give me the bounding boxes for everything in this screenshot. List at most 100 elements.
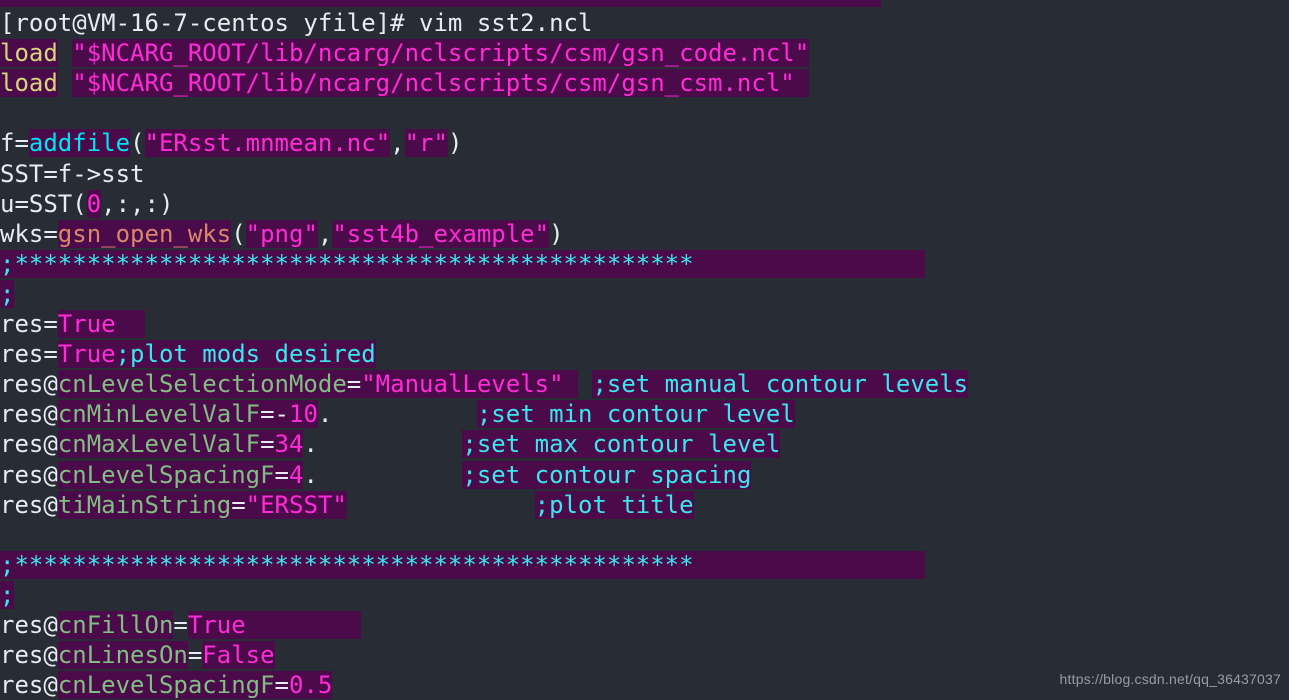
attr-prefix-2: res@ — [0, 400, 58, 429]
load-keyword-2: load — [0, 69, 58, 98]
code-line-cnminlevelvalf: res@cnMinLevelValF=-10. ;set min contour… — [0, 399, 1289, 429]
attr-value-cnlineson: False — [202, 641, 275, 670]
attr-eq-3: = — [260, 430, 275, 459]
attr-eq-6: = — [173, 610, 188, 639]
res-true-assign: res= — [0, 310, 58, 339]
code-line-cnmaxlevelvalf: res@cnMaxLevelValF=34. ;set max contour … — [0, 429, 1289, 459]
separator-2-wrap-semicolon: ; — [0, 580, 15, 609]
code-line-res-true-commented: res=True;plot mods desired — [0, 339, 1289, 369]
attr-name-cnlevelselectionmode: cnLevelSelectionMode — [57, 370, 347, 399]
shell-prompt-row: [root@VM-16-7-centos yfile]# vim sst2.nc… — [0, 8, 1289, 38]
attr-dot-2: . — [317, 400, 333, 429]
code-line-separator-2: ;***************************************… — [0, 550, 1289, 580]
addfile-arg-mode: "r" — [404, 129, 448, 158]
code-line-cnfillon: res@cnFillOn=True — [0, 610, 1289, 640]
load-2-trailing-hl — [794, 69, 810, 98]
load-path-2: "$NCARG_ROOT/lib/ncarg/nclscripts/csm/gs… — [72, 69, 795, 98]
attr-name-cnfillon: cnFillOn — [57, 610, 174, 639]
separator-1-semicolon: ; — [0, 249, 15, 278]
code-line-sst-assign: SST=f->sst — [0, 159, 1289, 189]
attr-dot-4: . — [303, 460, 318, 489]
separator-1-stars: ****************************************… — [14, 249, 694, 278]
attr-prefix-3: res@ — [0, 430, 58, 459]
u-slice-prefix: u=SST( — [0, 189, 87, 218]
code-line-addfile: f=addfile("ERsst.mnmean.nc","r") — [0, 128, 1289, 158]
comment-set-min-contour-level: ;set min contour level — [476, 400, 795, 429]
blank-line-2 — [0, 520, 1289, 550]
separator-2-semicolon: ; — [0, 550, 15, 579]
res-true2-comment: ;plot mods desired — [115, 340, 376, 369]
addfile-open-paren: ( — [130, 129, 145, 158]
attr-prefix-8: res@ — [0, 671, 58, 700]
load-keyword-1: load — [0, 39, 58, 68]
attr-value-spacing-05: 0.5 — [289, 671, 333, 700]
attr-2-gap — [332, 400, 477, 429]
wks-arg-name: "sst4b_example" — [332, 219, 550, 248]
attr-dot-3: . — [303, 430, 318, 459]
clipped-highlight-band — [0, 0, 882, 7]
wks-close-paren: ) — [549, 219, 564, 248]
comment-set-manual-contour-levels: ;set manual contour levels — [592, 370, 969, 399]
code-line-res-true: res=True — [0, 309, 1289, 339]
attr-name-cnmaxlevelvalf: cnMaxLevelValF — [57, 430, 261, 459]
shell-command: vim sst2.ncl — [419, 9, 593, 38]
attr-value-spacing-4: 4 — [289, 460, 304, 489]
code-line-separator-2-wrap: ; — [0, 580, 1289, 610]
gap-1 — [57, 39, 73, 68]
attr-eq-1: = — [346, 370, 362, 399]
wks-comma: , — [317, 219, 333, 248]
attr-prefix-7: res@ — [0, 641, 58, 670]
res-true-trailing-hl — [115, 310, 145, 339]
sst-assign-text: SST=f->sst — [0, 159, 145, 188]
gsn-open-wks-function: gsn_open_wks — [57, 219, 232, 248]
addfile-assign: f= — [0, 129, 29, 158]
blank-2 — [0, 521, 14, 549]
attr-5-gap — [346, 490, 535, 519]
attr-eq-8: = — [274, 671, 289, 700]
blank-line-1 — [0, 98, 1289, 128]
res-true2-value: True — [57, 340, 116, 369]
code-line-timainstring: res@tiMainString="ERSST" ;plot title — [0, 490, 1289, 520]
addfile-comma: , — [390, 129, 405, 158]
gap-2 — [57, 69, 73, 98]
blank-1 — [0, 99, 14, 127]
addfile-function: addfile — [28, 129, 131, 158]
attr-prefix-1: res@ — [0, 370, 58, 399]
attr-eq-7: = — [187, 641, 203, 670]
attr-1-pad — [563, 370, 578, 399]
shell-prompt: [root@VM-16-7-centos yfile]# — [0, 9, 405, 38]
code-line-u-slice: u=SST(0,:,:) — [0, 189, 1289, 219]
comment-set-max-contour-level: ;set max contour level — [462, 430, 781, 459]
wks-assign: wks= — [0, 219, 58, 248]
terminal-window[interactable]: [root@VM-16-7-centos yfile]# vim sst2.nc… — [0, 0, 1289, 700]
attr-eq-4: = — [274, 460, 289, 489]
attr-prefix-4: res@ — [0, 460, 58, 489]
attr-value-min-level: 10 — [289, 400, 318, 429]
attr-eq-2: =- — [260, 400, 289, 429]
terminal-screen: [root@VM-16-7-centos yfile]# vim sst2.nc… — [0, 0, 1289, 700]
separator-2-trailing-hl — [693, 550, 925, 579]
wks-arg-format: "png" — [245, 219, 318, 248]
addfile-arg-filename: "ERsst.mnmean.nc" — [144, 129, 391, 158]
comment-plot-title: ;plot title — [534, 490, 694, 519]
addfile-close-paren: ) — [447, 129, 463, 158]
code-line-separator-1: ;***************************************… — [0, 249, 1289, 279]
code-line-load-2: load "$NCARG_ROOT/lib/ncarg/nclscripts/c… — [0, 68, 1289, 98]
separator-2-stars: ****************************************… — [14, 550, 694, 579]
u-slice-index: 0 — [86, 189, 102, 218]
code-line-separator-1-wrap: ; — [0, 279, 1289, 309]
attr-value-cnfillon: True — [187, 610, 246, 639]
code-line-cnlevelspacingf-4: res@cnLevelSpacingF=4. ;set contour spac… — [0, 460, 1289, 490]
attr-6-pad — [245, 610, 362, 639]
blog-watermark: https://blog.csdn.net/qq_36437037 — [1059, 670, 1281, 687]
attr-name-timainstring: tiMainString — [57, 490, 232, 519]
attr-prefix-5: res@ — [0, 490, 58, 519]
code-line-load-1: load "$NCARG_ROOT/lib/ncarg/nclscripts/c… — [0, 38, 1289, 68]
attr-name-cnlevelspacingf-2: cnLevelSpacingF — [57, 671, 275, 700]
separator-1-trailing-hl — [693, 249, 925, 278]
attr-value-max-level: 34 — [274, 430, 304, 459]
code-line-wks: wks=gsn_open_wks("png","sst4b_example") — [0, 219, 1289, 249]
wks-open-paren: ( — [231, 219, 246, 248]
attr-prefix-6: res@ — [0, 610, 58, 639]
